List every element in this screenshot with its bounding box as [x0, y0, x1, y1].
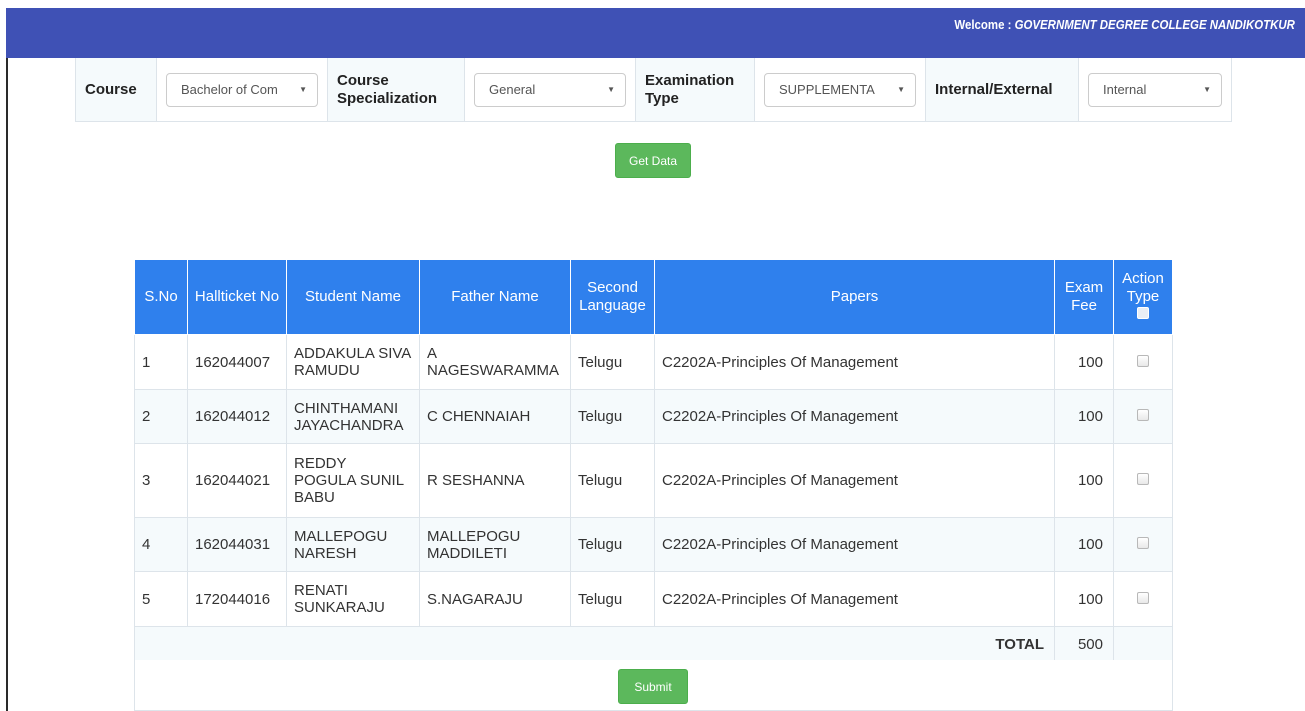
- total-empty-cell: [1113, 626, 1173, 662]
- course-select[interactable]: Bachelor of Com ▼: [166, 72, 318, 107]
- col-action-type: Action Type: [1113, 259, 1173, 335]
- cell-sno: 4: [134, 517, 188, 572]
- int-ext-label: Internal/External: [925, 58, 1079, 121]
- cell-father-name: C CHENNAIAH: [419, 389, 571, 444]
- filter-panel: Course Bachelor of Com ▼ Course Speciali…: [75, 58, 1232, 122]
- cell-fee: 100: [1054, 334, 1114, 390]
- exam-type-select-cell: SUPPLEMENTA ▼: [754, 58, 926, 121]
- cell-language: Telugu: [570, 571, 655, 627]
- cell-fee: 100: [1054, 571, 1114, 627]
- cell-action: [1113, 571, 1173, 627]
- course-select-cell: Bachelor of Com ▼: [156, 58, 328, 121]
- col-hallticket: Hallticket No: [187, 259, 287, 335]
- cell-student-name: ADDAKULA SIVA RAMUDU: [286, 334, 420, 390]
- exam-type-select-value: SUPPLEMENTA: [779, 82, 875, 97]
- cell-language: Telugu: [570, 517, 655, 572]
- cell-papers: C2202A-Principles Of Management: [654, 334, 1055, 390]
- cell-sno: 3: [134, 443, 188, 518]
- cell-papers: C2202A-Principles Of Management: [654, 389, 1055, 444]
- row-checkbox[interactable]: [1137, 409, 1149, 421]
- cell-hallticket: 162044031: [187, 517, 287, 572]
- cell-fee: 100: [1054, 443, 1114, 518]
- action-type-label: Action Type: [1122, 270, 1164, 305]
- table-row: 3 162044021 REDDY POGULA SUNIL BABU R SE…: [134, 443, 1173, 518]
- exam-type-select[interactable]: SUPPLEMENTA ▼: [764, 72, 916, 107]
- cell-student-name: REDDY POGULA SUNIL BABU: [286, 443, 420, 518]
- cell-sno: 1: [134, 334, 188, 390]
- cell-sno: 2: [134, 389, 188, 444]
- specialization-label: Course Specialization: [327, 58, 465, 121]
- col-sno: S.No: [134, 259, 188, 335]
- cell-hallticket: 162044021: [187, 443, 287, 518]
- cell-student-name: RENATI SUNKARAJU: [286, 571, 420, 627]
- course-select-value: Bachelor of Com: [181, 82, 278, 97]
- int-ext-select[interactable]: Internal ▼: [1088, 72, 1222, 107]
- chevron-down-icon: ▼: [299, 85, 307, 94]
- welcome-text: Welcome : GOVERNMENT DEGREE COLLEGE NAND…: [955, 17, 1295, 32]
- specialization-select[interactable]: General ▼: [474, 72, 626, 107]
- cell-sno: 5: [134, 571, 188, 627]
- table-row: 2 162044012 CHINTHAMANI JAYACHANDRA C CH…: [134, 389, 1173, 444]
- cell-papers: C2202A-Principles Of Management: [654, 443, 1055, 518]
- row-checkbox[interactable]: [1137, 591, 1149, 604]
- exam-type-label: Examination Type: [635, 58, 755, 121]
- cell-fee: 100: [1054, 389, 1114, 444]
- chevron-down-icon: ▼: [607, 85, 615, 94]
- row-checkbox[interactable]: [1137, 354, 1149, 367]
- col-papers: Papers: [654, 259, 1055, 335]
- cell-action: [1113, 389, 1173, 444]
- cell-language: Telugu: [570, 334, 655, 390]
- submit-button[interactable]: Submit: [618, 669, 688, 704]
- top-header-bar: Welcome : GOVERNMENT DEGREE COLLEGE NAND…: [6, 8, 1305, 58]
- col-student-name: Student Name: [286, 259, 420, 335]
- cell-fee: 100: [1054, 517, 1114, 572]
- table-row: 5 172044016 RENATI SUNKARAJU S.NAGARAJU …: [134, 571, 1173, 627]
- cell-hallticket: 162044007: [187, 334, 287, 390]
- get-data-button[interactable]: Get Data: [615, 143, 691, 178]
- course-label: Course: [76, 58, 157, 121]
- cell-student-name: CHINTHAMANI JAYACHANDRA: [286, 389, 420, 444]
- table-row: 4 162044031 MALLEPOGU NARESH MALLEPOGU M…: [134, 517, 1173, 572]
- table-row: 1 162044007 ADDAKULA SIVA RAMUDU A NAGES…: [134, 334, 1173, 390]
- total-row: TOTAL 500: [134, 626, 1173, 662]
- cell-father-name: MALLEPOGU MADDILETI: [419, 517, 571, 572]
- cell-student-name: MALLEPOGU NARESH: [286, 517, 420, 572]
- col-second-language: Second Language: [570, 259, 655, 335]
- left-border-line: [6, 58, 8, 711]
- cell-father-name: R SESHANNA: [419, 443, 571, 518]
- college-name: GOVERNMENT DEGREE COLLEGE NANDIKOTKUR: [1014, 17, 1295, 32]
- int-ext-select-value: Internal: [1103, 82, 1147, 97]
- row-checkbox[interactable]: [1137, 473, 1149, 485]
- table-header-row: S.No Hallticket No Student Name Father N…: [134, 259, 1173, 335]
- row-checkbox[interactable]: [1137, 537, 1149, 549]
- col-father-name: Father Name: [419, 259, 571, 335]
- cell-hallticket: 172044016: [187, 571, 287, 627]
- specialization-select-cell: General ▼: [464, 58, 636, 121]
- cell-papers: C2202A-Principles Of Management: [654, 571, 1055, 627]
- cell-papers: C2202A-Principles Of Management: [654, 517, 1055, 572]
- cell-action: [1113, 334, 1173, 390]
- cell-hallticket: 162044012: [187, 389, 287, 444]
- select-all-checkbox[interactable]: [1137, 307, 1149, 319]
- cell-father-name: A NAGESWARAMMA: [419, 334, 571, 390]
- chevron-down-icon: ▼: [897, 85, 905, 94]
- total-label: TOTAL: [134, 626, 1055, 662]
- cell-father-name: S.NAGARAJU: [419, 571, 571, 627]
- specialization-select-value: General: [489, 82, 536, 97]
- cell-language: Telugu: [570, 443, 655, 518]
- col-exam-fee: Exam Fee: [1054, 259, 1114, 335]
- chevron-down-icon: ▼: [1203, 85, 1211, 94]
- students-table: S.No Hallticket No Student Name Father N…: [134, 259, 1173, 662]
- total-value: 500: [1054, 626, 1114, 662]
- cell-action: [1113, 517, 1173, 572]
- int-ext-select-cell: Internal ▼: [1079, 58, 1232, 121]
- cell-action: [1113, 443, 1173, 518]
- cell-language: Telugu: [570, 389, 655, 444]
- welcome-label: Welcome :: [954, 17, 1012, 32]
